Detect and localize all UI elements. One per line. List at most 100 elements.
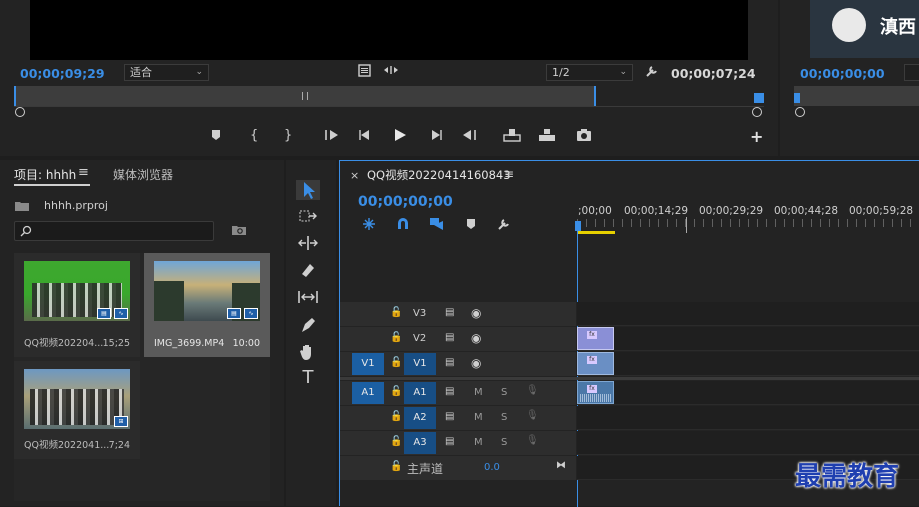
program-playhead-marker[interactable] (794, 93, 800, 103)
in-point-marker[interactable] (14, 86, 16, 106)
fit-select[interactable]: 适合 ⌄ (124, 64, 209, 81)
timeline-settings-wrench-icon[interactable] (497, 217, 511, 231)
razor-tool[interactable] (296, 260, 320, 280)
add-button[interactable]: + (750, 127, 763, 146)
lock-icon[interactable]: 🔓 (390, 461, 402, 472)
sync-lock-icon[interactable]: ▤ (445, 332, 454, 343)
solo-button[interactable]: S (501, 412, 507, 423)
range-handle-icon[interactable] (302, 92, 308, 100)
eye-icon[interactable]: ◉ (471, 306, 481, 320)
track-target-a3[interactable]: A3 (404, 432, 436, 454)
track-lane[interactable] (577, 431, 919, 455)
new-bin-icon[interactable] (231, 224, 247, 236)
ruler-label: 00;00;29;29 (699, 205, 764, 217)
timeline-timecode[interactable]: 00;00;00;00 (358, 194, 453, 210)
go-to-end-icon[interactable]: ⧓ (556, 460, 566, 471)
lock-icon[interactable]: 🔓 (390, 436, 402, 447)
add-marker-icon[interactable] (210, 128, 222, 142)
bin-item-3[interactable]: ⊞ QQ视频2022041... 7;24 (14, 361, 140, 459)
mute-button[interactable]: M (474, 412, 483, 423)
sync-lock-icon[interactable]: ▤ (445, 386, 454, 397)
sequence-tab[interactable]: QQ视频20220414160843 (367, 167, 511, 183)
slip-tool[interactable] (296, 287, 320, 307)
nest-sequence-icon[interactable] (361, 217, 377, 231)
work-area-bar[interactable] (577, 231, 615, 234)
pen-tool[interactable] (296, 315, 320, 335)
lock-icon[interactable]: 🔓 (390, 386, 402, 397)
track-target-a1[interactable]: A1 (404, 382, 436, 404)
mark-out-icon[interactable]: } (284, 128, 292, 143)
track-divider[interactable] (340, 377, 919, 380)
timeline-playhead[interactable] (575, 221, 581, 231)
ripple-edit-tool[interactable] (296, 233, 320, 253)
tab-project[interactable]: 项目: hhhh (14, 166, 76, 183)
track-lane[interactable]: fx (577, 352, 919, 376)
go-to-out-icon[interactable] (461, 129, 477, 141)
step-back-icon[interactable] (358, 129, 372, 141)
overwrite-icon[interactable] (538, 128, 556, 142)
settings-frame-icon[interactable] (358, 64, 372, 77)
master-volume-value[interactable]: 0.0 (484, 462, 500, 473)
track-target-v1[interactable]: V1 (404, 353, 436, 375)
drag-video-icon[interactable] (383, 64, 399, 76)
source-patch-v1[interactable]: V1 (352, 353, 384, 375)
clip-v2[interactable]: fx (577, 327, 614, 350)
source-current-timecode[interactable]: 00;00;09;29 (20, 66, 105, 81)
add-marker-icon[interactable] (466, 218, 476, 230)
step-forward-icon[interactable] (429, 129, 443, 141)
mute-button[interactable]: M (474, 437, 483, 448)
zoom-handle-right[interactable] (752, 107, 762, 117)
hand-tool[interactable] (296, 342, 320, 362)
camera-icon[interactable] (576, 128, 592, 142)
sync-lock-icon[interactable]: ▤ (445, 307, 454, 318)
track-select-tool[interactable] (296, 206, 320, 226)
bin-item-2[interactable]: ▤ ∿ IMG_3699.MP4 10:00 (144, 253, 270, 357)
program-current-timecode[interactable]: 00;00;00;00 (800, 66, 885, 81)
program-zoom-handle[interactable] (795, 107, 805, 117)
sync-lock-icon[interactable]: ▤ (445, 436, 454, 447)
track-lane[interactable] (577, 406, 919, 430)
zoom-handle-left[interactable] (15, 107, 25, 117)
linked-selection-icon[interactable] (429, 217, 445, 231)
track-lane[interactable] (577, 302, 919, 326)
out-point-marker[interactable] (594, 86, 596, 106)
selection-tool[interactable] (296, 180, 320, 200)
insert-icon[interactable] (503, 128, 521, 142)
eye-icon[interactable]: ◉ (471, 331, 481, 345)
track-lane[interactable]: fx (577, 327, 919, 351)
microphone-icon[interactable]: 🎙 (526, 435, 539, 446)
sync-lock-icon[interactable]: ▤ (445, 357, 454, 368)
type-tool[interactable]: T (296, 368, 320, 388)
track-target-a2[interactable]: A2 (404, 407, 436, 429)
lock-icon[interactable]: 🔓 (390, 411, 402, 422)
mark-in-icon[interactable]: { (250, 128, 258, 143)
program-fit-select[interactable] (904, 64, 919, 81)
resolution-select[interactable]: 1/2 ⌄ (546, 64, 633, 81)
sync-lock-icon[interactable]: ▤ (445, 411, 454, 422)
lock-icon[interactable]: 🔓 (390, 357, 402, 368)
track-lane[interactable]: fx (577, 381, 919, 405)
snap-icon[interactable] (396, 217, 410, 231)
sequence-menu-icon[interactable]: ≡ (504, 167, 514, 181)
solo-button[interactable]: S (501, 387, 507, 398)
search-input[interactable] (14, 221, 214, 241)
go-to-in-icon[interactable] (324, 129, 340, 141)
solo-button[interactable]: S (501, 437, 507, 448)
clip-a1[interactable]: fx (577, 381, 614, 404)
close-tab-icon[interactable]: × (350, 169, 359, 182)
mute-button[interactable]: M (474, 387, 483, 398)
program-scrub-range[interactable] (794, 86, 919, 106)
eye-icon[interactable]: ◉ (471, 356, 481, 370)
clip-v1[interactable]: fx (577, 352, 614, 375)
playhead-marker[interactable] (754, 93, 764, 103)
source-patch-a1[interactable]: A1 (352, 382, 384, 404)
microphone-icon[interactable]: 🎙 (526, 385, 539, 396)
wrench-icon[interactable] (645, 64, 661, 78)
lock-icon[interactable]: 🔓 (390, 307, 402, 318)
bin-item-1[interactable]: ▤ ∿ QQ视频202204... 15;25 (14, 253, 140, 357)
tab-media-browser[interactable]: 媒体浏览器 (113, 166, 173, 183)
lock-icon[interactable]: 🔓 (390, 332, 402, 343)
tab-menu-icon[interactable]: ≡ (78, 165, 89, 180)
microphone-icon[interactable]: 🎙 (526, 410, 539, 421)
play-icon[interactable] (393, 128, 407, 142)
